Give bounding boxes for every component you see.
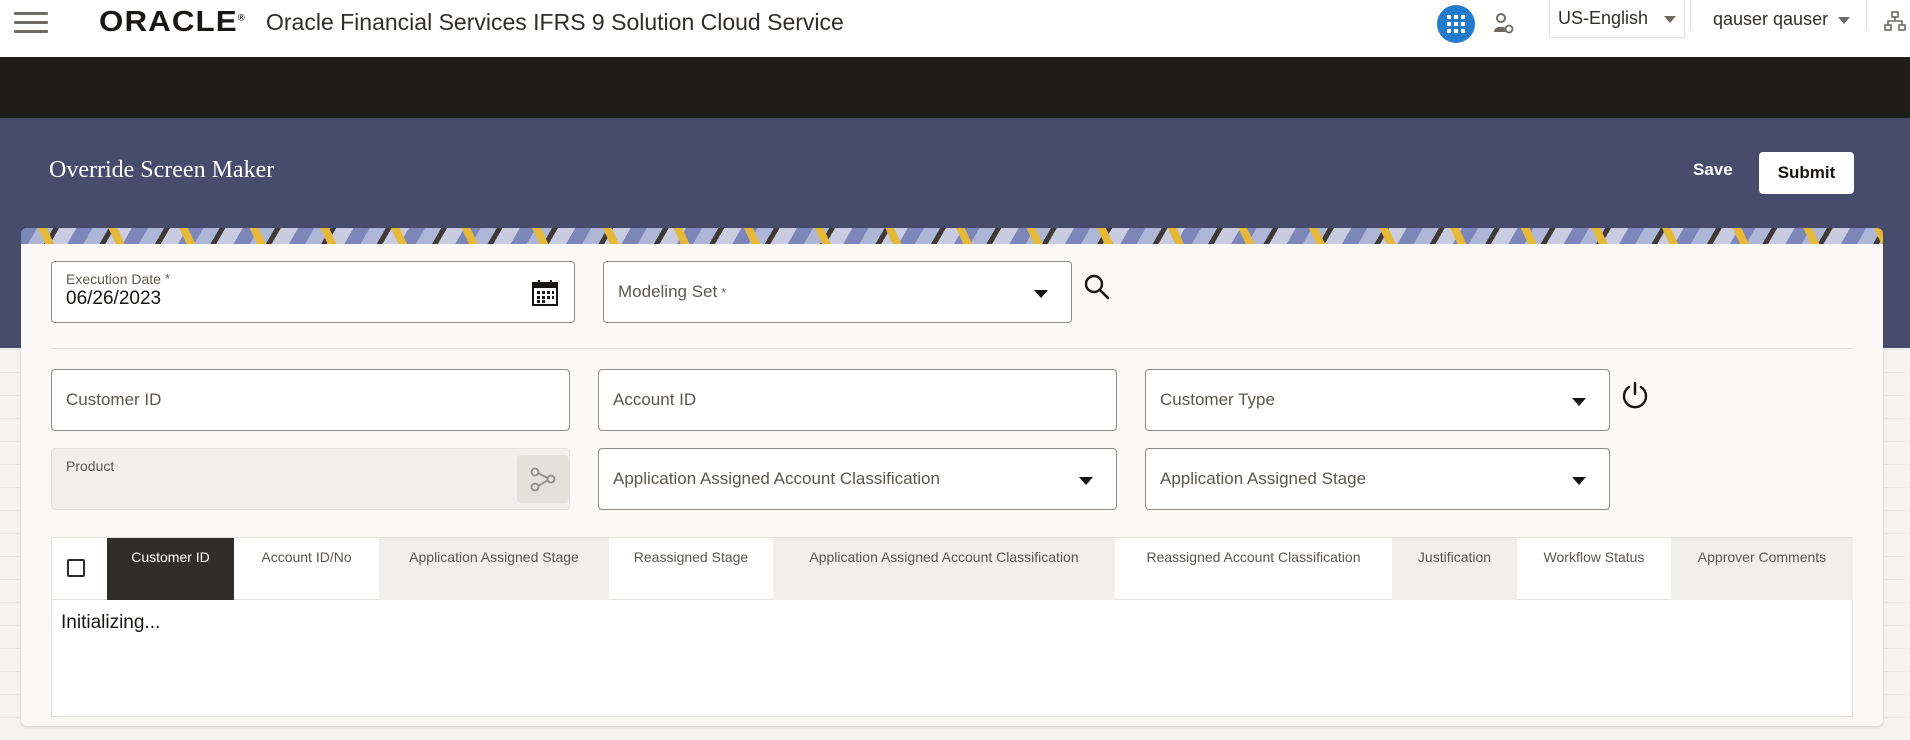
column-header[interactable]: Reassigned Account Classification xyxy=(1115,538,1392,600)
chevron-down-icon xyxy=(1572,398,1586,406)
reset-icon[interactable] xyxy=(1621,381,1649,409)
app-title: Oracle Financial Services IFRS 9 Solutio… xyxy=(266,9,844,35)
execution-date-field[interactable]: Execution Date * 06/26/2023 xyxy=(51,261,575,323)
app-account-classification-select[interactable]: Application Assigned Account Classificat… xyxy=(598,448,1117,510)
language-value: US-English xyxy=(1558,8,1649,28)
filter-card: Execution Date * 06/26/2023 Modeling Set *… xyxy=(21,228,1883,726)
column-header[interactable]: Reassigned Stage xyxy=(609,538,773,600)
app-stage-select[interactable]: Application Assigned Stage xyxy=(1145,448,1610,510)
hierarchy-browser-icon xyxy=(530,467,556,492)
top-header: ORACLE® Oracle Financial Services IFRS 9… xyxy=(0,0,1910,57)
oracle-logo: ORACLE® xyxy=(99,6,246,38)
required-marker: * xyxy=(721,284,727,300)
table-status-text: Initializing... xyxy=(61,612,161,633)
account-id-label: Account ID xyxy=(613,390,697,409)
column-header[interactable]: Justification xyxy=(1392,538,1517,600)
search-icon[interactable] xyxy=(1084,274,1110,300)
chevron-down-icon xyxy=(1034,290,1048,298)
product-field[interactable]: Product xyxy=(51,448,570,510)
chevron-down-icon xyxy=(1838,16,1851,24)
product-hierarchy-button[interactable] xyxy=(517,455,569,503)
app-grid-icon[interactable] xyxy=(1437,5,1475,43)
column-header[interactable]: Customer ID xyxy=(107,538,234,600)
app-account-classification-label: Application Assigned Account Classificat… xyxy=(613,469,940,488)
modeling-set-select[interactable]: Modeling Set * xyxy=(603,261,1072,323)
chevron-down-icon xyxy=(1079,477,1093,485)
chevron-down-icon xyxy=(1664,16,1676,23)
column-header[interactable]: Application Assigned Account Classificat… xyxy=(773,538,1115,600)
column-header[interactable]: Account ID/No xyxy=(234,538,379,600)
modeling-set-label: Modeling Set xyxy=(618,282,718,301)
hierarchy-icon[interactable] xyxy=(1884,10,1906,32)
column-header[interactable]: Application Assigned Stage xyxy=(379,538,609,600)
customer-id-input[interactable]: Customer ID xyxy=(51,369,570,431)
execution-date-label: Execution Date xyxy=(66,271,161,287)
black-band xyxy=(0,57,1910,118)
user-role-icon[interactable] xyxy=(1492,12,1514,34)
select-all-checkbox[interactable] xyxy=(67,559,85,577)
decorative-banner xyxy=(21,228,1883,244)
user-name: qauser qauser xyxy=(1713,9,1829,29)
product-label: Product xyxy=(66,458,115,474)
divider xyxy=(1866,0,1867,30)
customer-type-label: Customer Type xyxy=(1160,390,1275,409)
table-header: Customer ID Account ID/No Application As… xyxy=(52,538,1853,600)
customer-id-label: Customer ID xyxy=(66,390,162,409)
customer-type-select[interactable]: Customer Type xyxy=(1145,369,1610,431)
account-id-input[interactable]: Account ID xyxy=(598,369,1117,431)
save-button[interactable]: Save xyxy=(1693,160,1733,180)
language-select[interactable]: US-English xyxy=(1549,0,1685,38)
required-marker: * xyxy=(164,271,171,286)
override-table: Customer ID Account ID/No Application As… xyxy=(51,537,1853,717)
section-divider xyxy=(51,348,1853,349)
hamburger-menu-icon[interactable] xyxy=(14,12,48,33)
chevron-down-icon xyxy=(1572,477,1586,485)
execution-date-value: 06/26/2023 xyxy=(66,288,162,309)
column-header[interactable]: Workflow Status xyxy=(1517,538,1671,600)
divider xyxy=(1690,0,1691,30)
column-header[interactable]: Approver Comments xyxy=(1671,538,1853,600)
submit-button[interactable]: Submit xyxy=(1759,152,1854,194)
page-title: Override Screen Maker xyxy=(49,157,275,183)
calendar-icon[interactable] xyxy=(531,279,559,307)
app-stage-label: Application Assigned Stage xyxy=(1160,469,1367,488)
user-menu[interactable]: qauser qauser xyxy=(1713,9,1851,30)
